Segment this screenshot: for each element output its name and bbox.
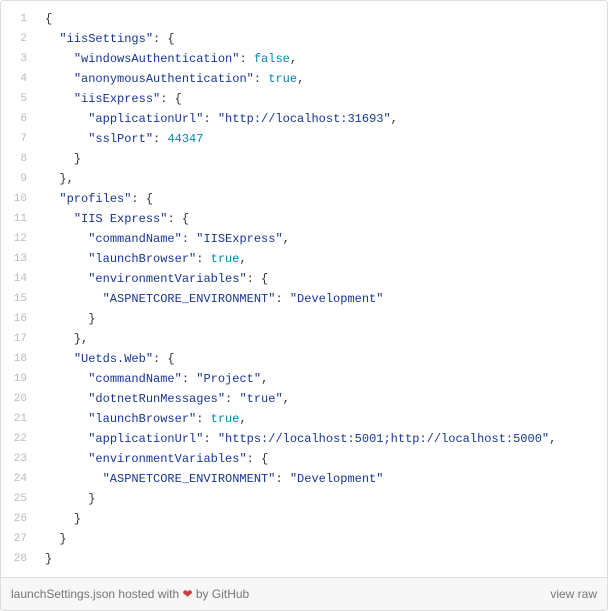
code-line: }, [37,329,607,349]
code-line: } [37,149,607,169]
line-number[interactable]: 28 [1,549,37,569]
line-number[interactable]: 21 [1,409,37,429]
filename-link[interactable]: launchSettings.json [11,587,115,601]
gist-meta: launchSettings.json hosted with ❤ by Git… [1,577,607,610]
code-line: "applicationUrl": "http://localhost:3169… [37,109,607,129]
gist-container: 1234567891011121314151617181920212223242… [0,0,608,611]
code-line: } [37,489,607,509]
code-line: "launchBrowser": true, [37,409,607,429]
code-line: "Uetds.Web": { [37,349,607,369]
code-line: "environmentVariables": { [37,449,607,469]
line-number[interactable]: 18 [1,349,37,369]
code-line: "anonymousAuthentication": true, [37,69,607,89]
code-line: } [37,549,607,569]
line-number[interactable]: 14 [1,269,37,289]
line-number[interactable]: 15 [1,289,37,309]
line-number[interactable]: 9 [1,169,37,189]
meta-left: launchSettings.json hosted with ❤ by Git… [11,587,249,601]
line-number[interactable]: 26 [1,509,37,529]
code-line: "iisSettings": { [37,29,607,49]
line-number[interactable]: 22 [1,429,37,449]
line-number[interactable]: 13 [1,249,37,269]
line-number[interactable]: 10 [1,189,37,209]
code-source: { "iisSettings": { "windowsAuthenticatio… [37,1,607,577]
line-number[interactable]: 3 [1,49,37,69]
line-number[interactable]: 1 [1,9,37,29]
line-number[interactable]: 4 [1,69,37,89]
code-line: "IIS Express": { [37,209,607,229]
code-line: "applicationUrl": "https://localhost:500… [37,429,607,449]
code-line: "windowsAuthentication": false, [37,49,607,69]
code-line: "sslPort": 44347 [37,129,607,149]
line-number[interactable]: 6 [1,109,37,129]
line-number[interactable]: 8 [1,149,37,169]
github-link[interactable]: GitHub [212,587,249,601]
line-number[interactable]: 27 [1,529,37,549]
line-number[interactable]: 5 [1,89,37,109]
line-number[interactable]: 17 [1,329,37,349]
line-number[interactable]: 19 [1,369,37,389]
code-line: } [37,509,607,529]
line-number[interactable]: 11 [1,209,37,229]
code-line: "ASPNETCORE_ENVIRONMENT": "Development" [37,469,607,489]
code-line: "launchBrowser": true, [37,249,607,269]
view-raw-link[interactable]: view raw [550,587,597,601]
heart-icon: ❤ [182,587,192,601]
line-number[interactable]: 23 [1,449,37,469]
code-line: } [37,309,607,329]
code-line: "dotnetRunMessages": "true", [37,389,607,409]
line-number[interactable]: 7 [1,129,37,149]
code-line: "commandName": "IISExpress", [37,229,607,249]
line-number[interactable]: 24 [1,469,37,489]
by-text: by [193,587,212,601]
line-number[interactable]: 25 [1,489,37,509]
code-block: 1234567891011121314151617181920212223242… [1,1,607,577]
line-number[interactable]: 20 [1,389,37,409]
line-numbers: 1234567891011121314151617181920212223242… [1,1,37,577]
code-line: { [37,9,607,29]
code-line: "ASPNETCORE_ENVIRONMENT": "Development" [37,289,607,309]
line-number[interactable]: 2 [1,29,37,49]
hosted-text: hosted with [115,587,182,601]
code-line: "environmentVariables": { [37,269,607,289]
code-line: }, [37,169,607,189]
line-number[interactable]: 12 [1,229,37,249]
code-line: "iisExpress": { [37,89,607,109]
code-line: "commandName": "Project", [37,369,607,389]
line-number[interactable]: 16 [1,309,37,329]
code-line: } [37,529,607,549]
code-line: "profiles": { [37,189,607,209]
